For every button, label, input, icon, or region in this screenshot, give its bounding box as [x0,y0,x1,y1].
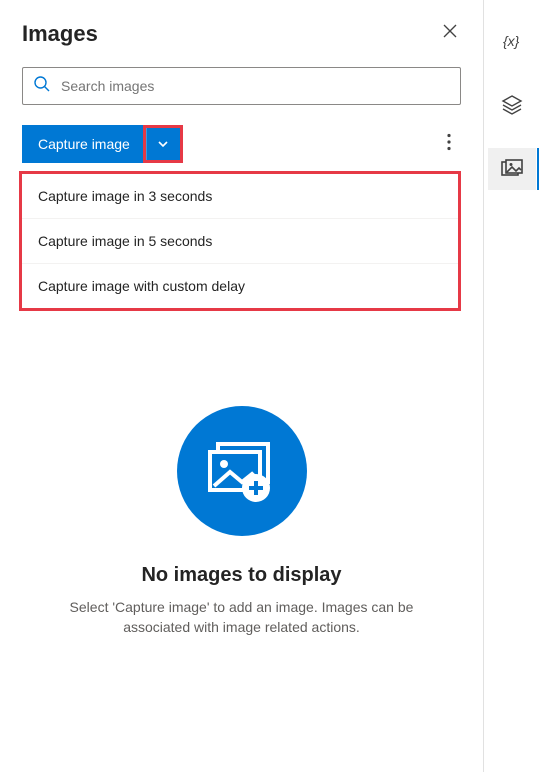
panel-header: Images [22,20,461,47]
rail-item-variables[interactable]: {x} [488,20,536,62]
variables-icon: {x} [501,30,523,52]
menu-item-capture-custom[interactable]: Capture image with custom delay [22,264,458,308]
empty-state-subtitle: Select 'Capture image' to add an image. … [52,597,431,638]
right-rail: {x} [484,0,539,772]
chevron-down-icon [157,138,169,150]
image-plus-icon [204,438,280,504]
capture-dropdown-button[interactable] [146,128,180,160]
capture-image-button[interactable]: Capture image [22,125,146,163]
panel-title: Images [22,21,98,47]
menu-item-capture-3s[interactable]: Capture image in 3 seconds [22,174,458,219]
rail-item-images[interactable] [488,148,536,190]
rail-item-layers[interactable] [488,84,536,126]
capture-split-button: Capture image [22,125,183,163]
images-rail-icon [501,159,523,179]
capture-dropdown-menu: Capture image in 3 seconds Capture image… [19,171,461,311]
svg-text:{x}: {x} [503,33,520,49]
close-button[interactable] [439,20,461,47]
layers-icon [501,94,523,116]
empty-state: No images to display Select 'Capture ima… [22,406,461,638]
empty-state-icon [177,406,307,536]
search-icon [33,75,51,98]
empty-state-title: No images to display [141,564,341,587]
images-panel: Images Capture image [0,0,484,772]
highlight-box-dropdown [143,125,183,163]
search-box[interactable] [22,67,461,105]
more-options-button[interactable] [437,127,461,162]
menu-item-capture-5s[interactable]: Capture image in 5 seconds [22,219,458,264]
more-vertical-icon [447,133,451,151]
close-icon [443,24,457,38]
toolbar: Capture image [22,125,461,163]
search-input[interactable] [61,78,450,94]
